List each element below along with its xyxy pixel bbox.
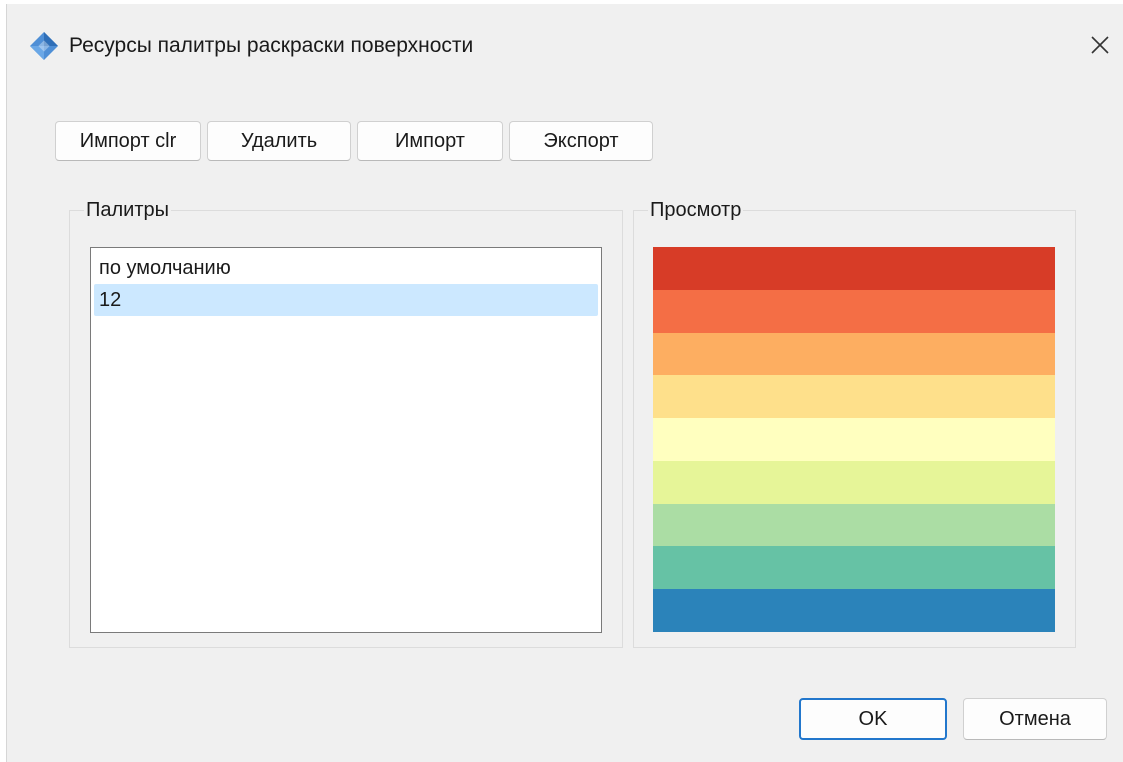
palette-list-item-selected[interactable]: 12 xyxy=(94,284,598,316)
app-diamond-icon xyxy=(30,32,58,60)
palette-color-stripe xyxy=(653,247,1055,290)
palette-color-stripe xyxy=(653,460,1055,504)
close-button[interactable] xyxy=(1077,22,1123,68)
palette-color-stripe xyxy=(653,589,1055,633)
preview-group-title: Просмотр xyxy=(648,198,744,222)
cancel-button[interactable]: Отмена xyxy=(963,698,1107,740)
palettes-group-title: Палитры xyxy=(84,198,171,222)
palettes-list[interactable]: по умолчанию 12 xyxy=(90,247,602,633)
palette-color-stripe xyxy=(653,503,1055,547)
delete-button[interactable]: Удалить xyxy=(207,121,351,161)
title-bar: Ресурсы палитры раскраски поверхности xyxy=(7,4,1123,80)
palette-preview xyxy=(653,247,1055,633)
palettes-group: Палитры по умолчанию 12 xyxy=(69,198,623,648)
palette-color-stripe xyxy=(653,289,1055,333)
palette-list-item[interactable]: по умолчанию xyxy=(94,252,598,284)
ok-button[interactable]: OK xyxy=(799,698,947,740)
export-button[interactable]: Экспорт xyxy=(509,121,653,161)
palette-color-stripe xyxy=(653,375,1055,419)
import-button[interactable]: Импорт xyxy=(357,121,503,161)
toolbar: Импорт clr Удалить Импорт Экспорт xyxy=(55,121,653,161)
palette-color-stripe xyxy=(653,332,1055,376)
preview-group: Просмотр xyxy=(633,198,1076,648)
close-icon xyxy=(1091,36,1109,54)
window-title: Ресурсы палитры раскраски поверхности xyxy=(69,34,474,57)
palette-color-stripe xyxy=(653,546,1055,590)
dialog-window: Ресурсы палитры раскраски поверхности Им… xyxy=(6,4,1123,762)
palette-color-stripe xyxy=(653,418,1055,461)
import-clr-button[interactable]: Импорт clr xyxy=(55,121,201,161)
